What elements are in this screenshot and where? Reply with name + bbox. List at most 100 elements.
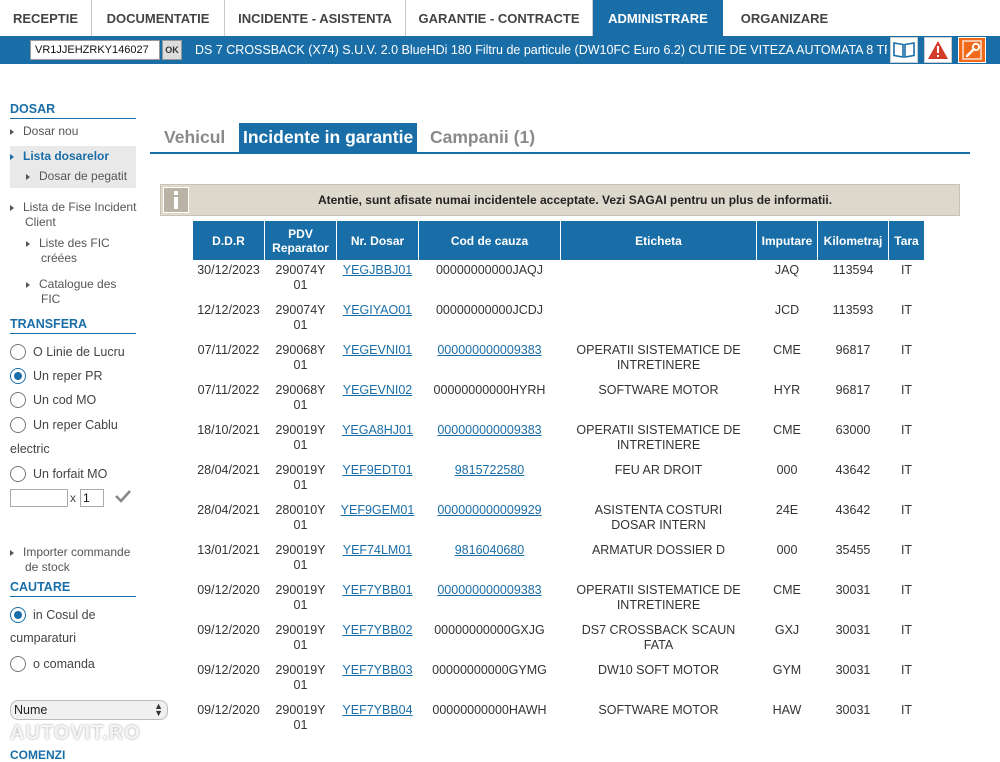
- header-imputare[interactable]: Imputare: [757, 221, 817, 260]
- cell-nr-dosar: YEF9GEM01: [337, 500, 418, 540]
- dosar-link[interactable]: YEGA8HJ01: [342, 423, 413, 437]
- cell-tara: IT: [900, 343, 913, 357]
- tab-receptie[interactable]: RECEPTIE: [0, 0, 92, 36]
- cell-cod-cauza: 00000000000GXJG: [434, 623, 545, 637]
- table-row: 09/12/2020 290019Y 01 YEF7YBB02 00000000000…: [193, 620, 924, 660]
- header-ddr[interactable]: D.D.R: [193, 221, 264, 260]
- cell-tara: IT: [900, 583, 913, 597]
- cell-cod-cauza: 00000000000HYRH: [433, 383, 546, 397]
- tab-documentatie[interactable]: DOCUMENTATIE: [92, 0, 225, 36]
- radio-button[interactable]: [10, 417, 26, 433]
- vin-input[interactable]: VR1JJEHZRKY146027: [30, 40, 160, 60]
- dosar-link[interactable]: YEF7YBB01: [342, 583, 412, 597]
- radio-comanda[interactable]: o comanda: [10, 656, 95, 672]
- dosar-link[interactable]: YEF9EDT01: [342, 463, 412, 477]
- radio-reper-pr[interactable]: Un reper PR: [10, 368, 102, 384]
- dosar-link[interactable]: YEF7YBB04: [342, 703, 412, 717]
- cell-pdv: 290019Y 01: [275, 463, 326, 492]
- dosar-link[interactable]: YEF7YBB02: [342, 623, 412, 637]
- radio-linie-lucru[interactable]: O Linie de Lucru: [10, 344, 125, 360]
- tab-incidente-asistenta[interactable]: INCIDENTE - ASISTENTA: [225, 0, 406, 36]
- dosar-link[interactable]: YEGEVNI01: [343, 343, 412, 357]
- cell-tara: IT: [900, 503, 913, 517]
- tab-campanii[interactable]: Campanii (1): [426, 123, 539, 152]
- cod-cauza-link[interactable]: 000000000009929: [437, 503, 541, 517]
- cell-eticheta: [561, 300, 756, 340]
- cod-cauza-link[interactable]: 000000000009383: [437, 423, 541, 437]
- cell-imputare: CME: [773, 343, 801, 357]
- tab-vehicul[interactable]: Vehicul: [160, 123, 229, 152]
- sidebar-item-lista-dosarelor[interactable]: Lista dosarelor: [10, 149, 109, 164]
- cell-pdv: 290019Y 01: [275, 583, 326, 612]
- cell-tara: IT: [900, 543, 913, 557]
- wrench-icon: [962, 40, 982, 60]
- cell-nr-dosar: YEF9EDT01: [337, 460, 418, 500]
- top-navigation: RECEPTIE DOCUMENTATIE INCIDENTE - ASISTE…: [0, 0, 1000, 36]
- dosar-link[interactable]: YEGEVNI02: [343, 383, 412, 397]
- cell-kilometraj: 43642: [835, 463, 871, 477]
- cod-cauza-link[interactable]: 9816040680: [455, 543, 525, 557]
- header-pdv[interactable]: PDV Reparator: [265, 221, 336, 260]
- dosar-link[interactable]: YEF7YBB03: [342, 663, 412, 677]
- repair-tool-button[interactable]: [958, 37, 986, 63]
- incidents-table: D.D.R PDV Reparator Nr. Dosar Cod de cau…: [192, 221, 925, 740]
- dosar-link[interactable]: YEGIYAO01: [343, 303, 412, 317]
- cell-imputare: 000: [776, 463, 798, 477]
- header-cod-cauza[interactable]: Cod de cauza: [419, 221, 560, 260]
- radio-cod-mo[interactable]: Un cod MO: [10, 392, 96, 408]
- cell-eticheta: SOFTWARE MOTOR: [598, 383, 719, 397]
- radio-button-selected[interactable]: [10, 368, 26, 384]
- radio-button-selected[interactable]: [10, 607, 26, 623]
- documentation-button[interactable]: [890, 37, 918, 63]
- radio-button[interactable]: [10, 656, 26, 672]
- sidebar-item-dosar-nou[interactable]: Dosar nou: [10, 124, 78, 139]
- radio-cos-cumparaturi-wrap: cumparaturi: [10, 631, 76, 645]
- cod-cauza-link[interactable]: 000000000009383: [437, 343, 541, 357]
- updown-arrows-icon: ▲ ▼: [154, 701, 163, 718]
- sidebar-item-import-commande[interactable]: Importer commande de stock: [10, 545, 140, 575]
- header-kilometraj[interactable]: Kilometraj: [818, 221, 888, 260]
- tab-garantie-contracte[interactable]: GARANTIE - CONTRACTE: [406, 0, 593, 36]
- triangle-right-icon: [10, 153, 14, 160]
- dosar-link[interactable]: YEF74LM01: [343, 543, 412, 557]
- sidebar-item-liste-fic[interactable]: Liste des FIC créées: [26, 236, 138, 266]
- header-tara[interactable]: Tara: [889, 221, 924, 260]
- forfait-code-input[interactable]: [10, 489, 68, 507]
- sidebar-item-lista-fise[interactable]: Lista de Fise Incident Client: [10, 200, 138, 230]
- radio-cos-cumparaturi[interactable]: in Cosul de: [10, 607, 96, 623]
- cell-pdv: 290019Y 01: [275, 423, 326, 452]
- vin-ok-button[interactable]: OK: [162, 40, 182, 60]
- dosar-link[interactable]: YEGJBBJ01: [343, 263, 412, 277]
- table-row: 09/12/2020 290019Y 01 YEF7YBB03 00000000000…: [193, 660, 924, 700]
- cell-nr-dosar: YEF7YBB03: [337, 660, 418, 700]
- radio-button[interactable]: [10, 392, 26, 408]
- section-title-cautare: CAUTARE: [10, 580, 136, 597]
- cell-kilometraj: 63000: [835, 423, 871, 437]
- dosar-link[interactable]: YEF9GEM01: [341, 503, 415, 517]
- header-nr-dosar[interactable]: Nr. Dosar: [337, 221, 418, 260]
- alert-button[interactable]: [924, 37, 952, 63]
- warning-icon: [928, 41, 948, 59]
- radio-button[interactable]: [10, 344, 26, 360]
- tab-incidente-garantie[interactable]: Incidente in garantie: [239, 123, 418, 152]
- sidebar-item-catalogue-fic[interactable]: Catalogue des FIC: [26, 277, 138, 307]
- radio-forfait-mo[interactable]: Un forfait MO: [10, 466, 107, 482]
- search-field-select[interactable]: Nume ▲ ▼: [10, 700, 168, 720]
- cell-nr-dosar: YEGEVNI02: [337, 380, 418, 420]
- tab-administrare[interactable]: ADMINISTRARE: [593, 0, 723, 36]
- checkmark-icon[interactable]: [114, 488, 132, 504]
- cell-pdv: 290068Y 01: [275, 343, 326, 372]
- forfait-count-input[interactable]: 1: [80, 489, 104, 507]
- cell-tara: IT: [900, 463, 913, 477]
- sidebar-item-dosar-de-pegatit[interactable]: Dosar de pegatit: [26, 169, 127, 184]
- cell-eticheta: OPERATII SISTEMATICE DE INTRETINERE: [576, 423, 741, 452]
- cod-cauza-link[interactable]: 9815722580: [455, 463, 525, 477]
- header-eticheta[interactable]: Eticheta: [561, 221, 756, 260]
- triangle-right-icon: [26, 281, 30, 288]
- cod-cauza-link[interactable]: 000000000009383: [437, 583, 541, 597]
- radio-button[interactable]: [10, 466, 26, 482]
- cell-imputare: CME: [773, 583, 801, 597]
- radio-reper-cablu[interactable]: Un reper Cablu: [10, 417, 118, 433]
- cell-ddr: 07/11/2022: [197, 383, 260, 397]
- tab-organizare[interactable]: ORGANIZARE: [723, 0, 846, 36]
